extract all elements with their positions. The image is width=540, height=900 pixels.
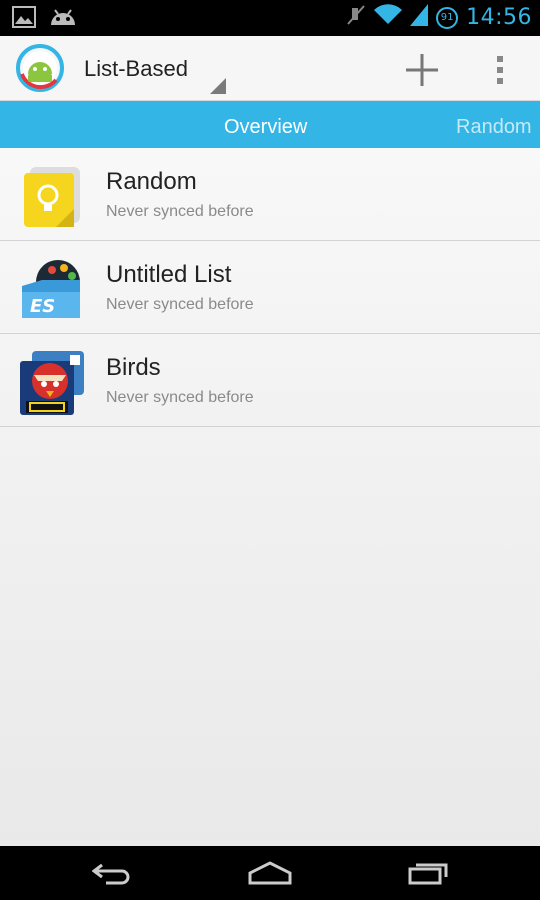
- mute-icon: [346, 4, 366, 31]
- add-icon: [406, 54, 438, 86]
- navigation-bar: [0, 846, 540, 900]
- wifi-icon: [374, 4, 403, 31]
- list-item-title: Untitled List: [106, 261, 232, 288]
- tab-strip: Overview Random: [0, 101, 540, 148]
- status-time: 14:56: [466, 5, 532, 30]
- angry-birds-star-wars-icon: [20, 351, 84, 415]
- home-button[interactable]: [220, 846, 320, 900]
- back-icon: [92, 863, 130, 885]
- overflow-menu-icon: [497, 56, 503, 84]
- action-bar: List-Based: [0, 36, 540, 101]
- svg-text:ES: ES: [30, 296, 55, 317]
- list-item-birds[interactable]: Birds Never synced before: [0, 334, 540, 427]
- recent-apps-icon: [408, 863, 448, 885]
- recent-apps-button[interactable]: [378, 846, 478, 900]
- spinner-label: List-Based: [84, 56, 188, 81]
- list-item-untitled-list[interactable]: ES Untitled List Never synced before: [0, 241, 540, 334]
- tab-overview[interactable]: Overview: [224, 101, 307, 148]
- android-sync-app-icon[interactable]: [16, 44, 64, 92]
- list-item-title: Birds: [106, 354, 161, 381]
- es-file-explorer-icon: ES: [20, 258, 84, 322]
- back-button[interactable]: [62, 846, 162, 900]
- list-item-subtitle: Never synced before: [106, 203, 254, 220]
- status-bar: 91 14:56: [0, 0, 540, 36]
- list-item-subtitle: Never synced before: [106, 296, 254, 313]
- battery-icon: 91: [436, 6, 459, 29]
- tab-random[interactable]: Random: [456, 101, 532, 148]
- spinner-caret-icon: [210, 78, 226, 94]
- list-item-title: Random: [106, 168, 197, 195]
- add-button[interactable]: [396, 44, 448, 96]
- image-notification-icon: [12, 6, 36, 33]
- keep-notes-icon: [20, 165, 84, 229]
- list-item-subtitle: Never synced before: [106, 389, 254, 406]
- list-item-random[interactable]: Random Never synced before: [0, 148, 540, 241]
- signal-icon: [410, 4, 429, 31]
- list-container: Random Never synced before ES Untitled L…: [0, 148, 540, 846]
- overflow-menu-button[interactable]: [474, 44, 526, 96]
- android-notification-icon: [48, 7, 78, 32]
- home-icon: [248, 861, 292, 885]
- list-type-spinner[interactable]: List-Based: [84, 52, 226, 98]
